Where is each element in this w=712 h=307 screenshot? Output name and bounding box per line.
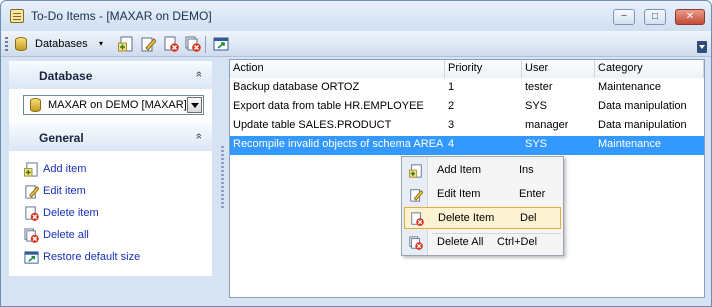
cell-user: manager [525,119,569,131]
minimize-button[interactable]: − [613,9,635,25]
menu-item-edit[interactable]: Edit Item Enter [404,184,561,206]
add-item-icon [409,164,422,178]
toolbar-separator [205,36,206,53]
restore-size-icon[interactable] [213,36,229,52]
delete-item-icon [411,212,424,226]
collapse-chevron-icon[interactable]: » [193,71,205,77]
toolbar: Databases ▾ [1,31,711,57]
column-header-category[interactable]: Category [595,60,704,78]
cell-action: Recompile invalid objects of schema AREA [233,138,443,150]
cell-category: Data manipulation [598,119,687,131]
cell-action: Export data from table HR.EMPLOYEE [233,100,424,112]
cell-priority: 4 [448,138,455,150]
column-header-priority[interactable]: Priority [445,60,522,78]
menu-item-delete-all[interactable]: Delete All Ctrl+Del [404,232,561,254]
add-item-icon [24,162,38,177]
cell-priority: 1 [448,81,455,93]
panel-splitter[interactable] [221,146,224,210]
delete-all-icon [24,228,39,243]
sidebar-item-delete-all[interactable]: Delete all [23,227,203,245]
edit-item-icon [410,189,423,202]
menu-item-shortcut: Del [520,212,537,224]
delete-item-icon[interactable] [163,36,179,52]
database-select-value: MAXAR on DEMO [MAXAR] [48,99,187,111]
cell-category: Maintenance [598,81,661,93]
sidebar-item-label: Delete item [43,207,99,219]
database-icon [30,98,41,112]
maximize-button[interactable]: □ [644,9,666,25]
delete-all-icon[interactable] [185,36,201,52]
table-row[interactable]: Update table SALES.PRODUCT 3 manager Dat… [230,117,704,136]
sidebar-item-label: Restore default size [43,251,141,263]
databases-dropdown[interactable]: Databases [35,38,88,50]
cell-priority: 2 [448,100,455,112]
menu-item-label: Add Item [437,164,482,176]
edit-item-icon [25,185,39,199]
sidebar-item-restore-size[interactable]: Restore default size [23,249,203,267]
edit-item-icon[interactable] [140,36,156,52]
general-section-title: General [39,131,84,145]
window-title: To-Do Items - [MAXAR on DEMO] [31,9,212,23]
restore-size-icon [24,251,39,264]
cell-priority: 3 [448,119,455,131]
database-select[interactable]: MAXAR on DEMO [MAXAR] [23,95,204,115]
cell-user: SYS [525,100,548,112]
add-item-icon[interactable] [118,36,134,52]
menu-item-add[interactable]: Add Item Ins [404,160,561,182]
sidebar: Database » MAXAR on DEMO [MAXAR] General… [9,61,212,276]
cell-user: SYS [525,138,548,150]
sidebar-item-label: Edit item [43,185,86,197]
chevron-down-icon[interactable] [187,97,202,113]
cell-category: Maintenance [598,138,661,150]
sidebar-item-edit[interactable]: Edit item [23,183,203,201]
table-row[interactable]: Backup database ORTOZ 1 tester Maintenan… [230,79,704,98]
database-section-header[interactable]: Database » [9,61,212,89]
todo-window: To-Do Items - [MAXAR on DEMO] − □ ✕ Data… [0,0,712,307]
sidebar-item-label: Add item [43,163,87,175]
toolbar-overflow-button[interactable] [697,41,707,53]
database-icon [15,37,27,51]
cell-action: Backup database ORTOZ [233,81,360,93]
column-header-action[interactable]: Action [230,60,445,78]
menu-item-shortcut: Enter [519,188,546,200]
todo-list-icon [10,9,24,23]
database-section-title: Database [39,69,93,83]
menu-item-delete[interactable]: Delete Item Del [404,207,561,229]
menu-item-label: Delete Item [438,212,495,224]
title-bar[interactable]: To-Do Items - [MAXAR on DEMO] − □ ✕ [1,1,711,31]
context-menu: Add Item Ins Edit Item Enter Delete Item… [401,156,564,256]
chevron-down-icon[interactable]: ▾ [99,39,103,48]
delete-all-icon [409,236,423,250]
delete-item-icon [25,206,39,221]
menu-item-shortcut: Ctrl+Del [497,236,538,248]
table-row-selected[interactable]: Recompile invalid objects of schema AREA… [230,136,704,155]
cell-user: tester [525,81,553,93]
toolbar-grip[interactable] [5,37,8,51]
general-section-header[interactable]: General » [9,123,212,151]
menu-item-shortcut: Ins [519,164,534,176]
column-header-user[interactable]: User [522,60,595,78]
menu-item-label: Delete All [437,236,484,248]
cell-category: Data manipulation [598,100,687,112]
table-row[interactable]: Export data from table HR.EMPLOYEE 2 SYS… [230,98,704,117]
menu-item-label: Edit Item [437,188,481,200]
sidebar-item-label: Delete all [43,229,89,241]
cell-action: Update table SALES.PRODUCT [233,119,392,131]
sidebar-item-add[interactable]: Add item [23,161,203,179]
close-button[interactable]: ✕ [675,9,705,25]
sidebar-item-delete[interactable]: Delete item [23,205,203,223]
collapse-chevron-icon[interactable]: » [193,133,205,139]
